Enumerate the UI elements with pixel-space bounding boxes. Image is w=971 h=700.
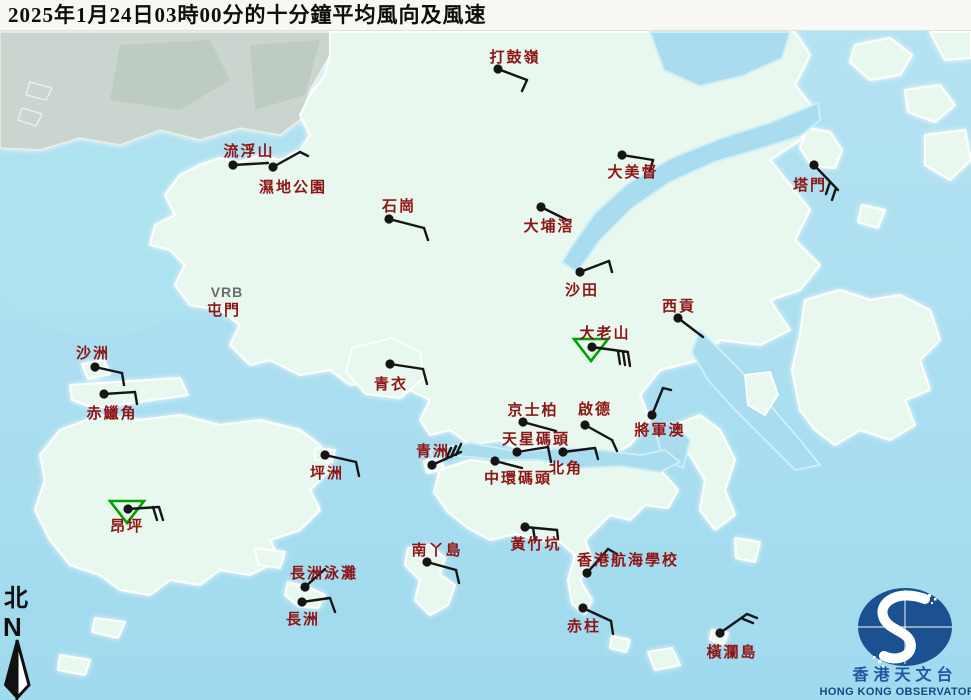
station-dot: [300, 582, 310, 592]
station-label-lau-fau-shan: 流浮山: [223, 142, 274, 160]
station-dot: [647, 410, 657, 420]
station-dot: [228, 160, 238, 170]
station-dot: [536, 202, 546, 212]
station-dot: [580, 420, 590, 430]
station-dot: [123, 504, 133, 514]
station-dot: [575, 267, 585, 277]
tung-lung-island: [734, 537, 761, 563]
station-label-shek-kong: 石崗: [381, 197, 416, 215]
station-label-tseung-kwan-o: 將軍澳: [634, 421, 685, 439]
station-dot: [587, 342, 597, 352]
station-label-ngong-ping: 昂坪: [110, 518, 144, 535]
station-dot: [384, 214, 394, 224]
station-label-sha-chau: 沙洲: [76, 345, 110, 362]
station-label-kai-tak: 啟德: [578, 400, 612, 418]
station-label-chek-lap-kok: 赤鱲角: [86, 404, 137, 422]
station-dot: [809, 160, 819, 170]
station-label-cheung-chau-beach: 長洲泳灘: [290, 564, 358, 582]
station-label-wong-chuk-hang: 黃竹坑: [510, 535, 561, 553]
station-label-wetland-park: 濕地公園: [259, 178, 327, 196]
station-label-peng-chau: 坪洲: [310, 465, 344, 482]
hei-ling-chau-islet: [254, 547, 286, 569]
station-label-ta-kwu-ling: 打鼓嶺: [489, 48, 540, 66]
wind-map-page: 打鼓嶺流浮山濕地公園石崗 大美督塔門大埔滘沙田 VRB 屯門 西貢大老山沙洲赤鱲角 青衣京…: [0, 0, 971, 700]
station-dot: [617, 150, 627, 160]
station-label-tuen-mun: 屯門: [207, 301, 241, 319]
map-canvas: 打鼓嶺流浮山濕地公園石崗 大美督塔門大埔滘沙田 VRB屯門 西貢大老山沙洲赤鱲角 青衣京…: [0, 0, 971, 700]
station-label-tap-mun: 塔門: [793, 176, 827, 194]
station-dot: [297, 597, 307, 607]
south-islet: [609, 635, 631, 653]
hko-logo-name-chinese: 香港天文台: [851, 665, 957, 684]
station-dot: [99, 389, 109, 399]
station-label-cheung-chau: 長洲: [286, 611, 320, 628]
station-label-tsing-yi: 青衣: [374, 375, 408, 393]
station-label-star-ferry: 天星碼頭: [502, 431, 570, 448]
station-label-sha-tin: 沙田: [565, 282, 599, 299]
station-dot: [715, 628, 725, 638]
station-dot: [490, 456, 500, 466]
station-label-central-pier: 中環碼頭: [484, 469, 552, 487]
station-dot: [512, 447, 522, 457]
compass-hanzi-north: 北: [4, 585, 28, 612]
station-dot: [578, 603, 588, 613]
station-dot: [320, 450, 330, 460]
station-dot: [268, 162, 278, 172]
station-label-stanley: 赤柱: [567, 617, 601, 635]
station-label-tates-cairn: 大老山: [579, 324, 630, 342]
station-label-waglan-island: 橫瀾島: [706, 643, 757, 661]
station-label-tai-po-kau: 大埔滘: [523, 217, 574, 235]
station-dot: [582, 568, 592, 578]
station-label-kings-park: 京士柏: [507, 401, 558, 419]
compass-letter-n: N: [3, 612, 22, 642]
variable-wind-label: VRB: [211, 284, 244, 300]
station-dot: [385, 359, 395, 369]
station-label-sai-kung: 西貢: [662, 298, 696, 315]
station-label-north-point: 北角: [549, 459, 583, 477]
station-dot: [520, 522, 530, 532]
hko-logo-name-english: HONG KONG OBSERVATORY: [819, 686, 971, 698]
station-dot: [90, 362, 100, 372]
station-label-green-island: 青洲: [416, 442, 450, 460]
map-title: 2025年1月24日03時00分的十分鐘平均風向及風速: [0, 0, 971, 31]
station-label-lamma-island: 南丫島: [411, 541, 462, 559]
station-label-tai-mei-tuk: 大美督: [607, 163, 658, 181]
station-dot: [427, 460, 437, 470]
station-dot: [558, 447, 568, 457]
station-label-hk-sea-school: 香港航海學校: [577, 551, 679, 569]
